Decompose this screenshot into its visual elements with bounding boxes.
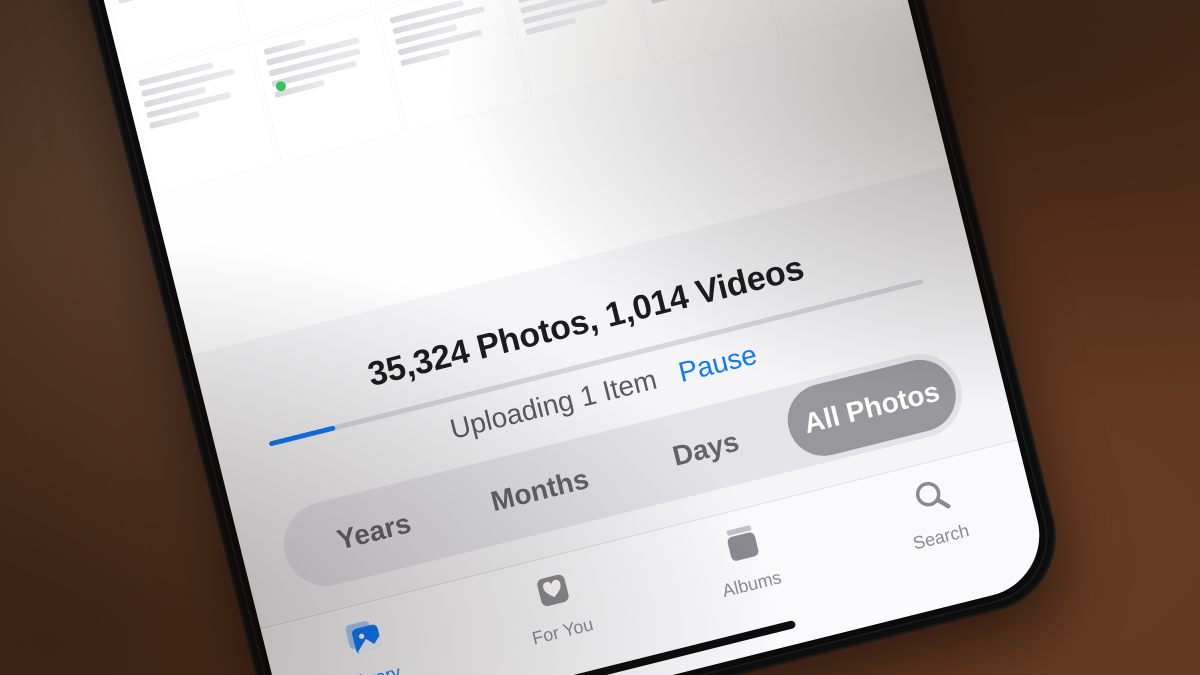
upload-progress-fill (269, 425, 336, 446)
tab-albums[interactable]: Albums (642, 499, 863, 674)
for-you-icon (527, 565, 579, 621)
thumbnail[interactable] (377, 0, 529, 132)
photo-background: 35,324 Photos, 1,014 Videos Uploading 1 … (0, 0, 1200, 675)
segment-months[interactable]: Months (448, 435, 631, 546)
photo-grid[interactable] (29, 0, 910, 200)
phone-body: 35,324 Photos, 1,014 Videos Uploading 1 … (10, 0, 1072, 675)
tab-search[interactable]: Search (831, 452, 1052, 627)
segment-days[interactable]: Days (614, 394, 797, 505)
library-icon (338, 612, 390, 668)
albums-icon (716, 518, 768, 574)
segment-all-photos[interactable]: All Photos (780, 352, 963, 463)
pause-upload-button[interactable]: Pause (675, 339, 760, 388)
thumbnail[interactable] (252, 12, 404, 164)
thumbnail[interactable] (503, 0, 655, 101)
thumbnail[interactable] (126, 43, 278, 195)
segment-years[interactable]: Years (282, 476, 465, 587)
phone-screen: 35,324 Photos, 1,014 Videos Uploading 1 … (29, 0, 1052, 675)
search-icon (905, 471, 957, 527)
